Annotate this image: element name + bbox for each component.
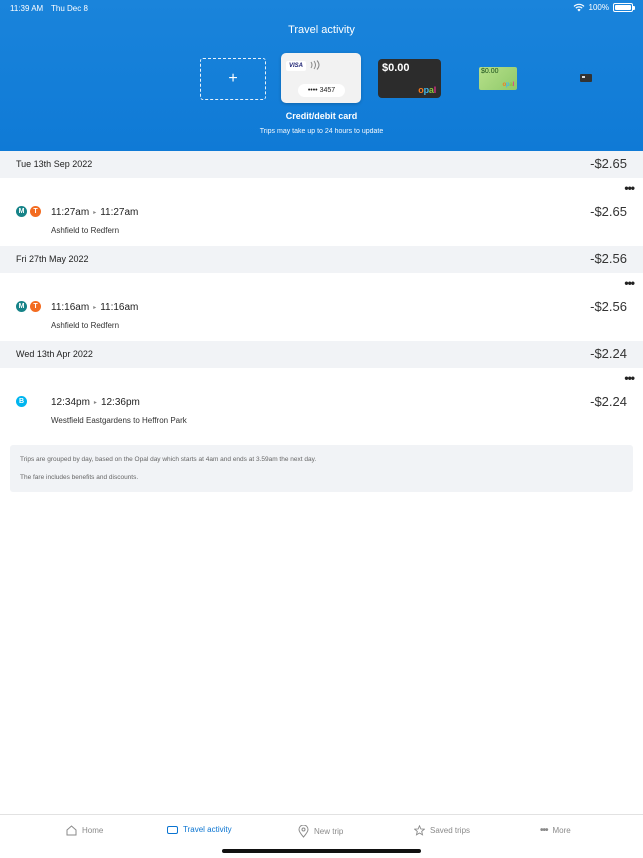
more-dots-icon: ••• bbox=[540, 825, 548, 836]
tab-label: Home bbox=[82, 826, 104, 835]
card-tile-small[interactable] bbox=[580, 74, 592, 82]
day-total: -$2.65 bbox=[590, 156, 627, 171]
credit-card-tile[interactable]: VISA •••• 3457 bbox=[281, 53, 361, 103]
trip-route: Westfield Eastgardens to Heffron Park bbox=[51, 416, 187, 425]
opal-card-black[interactable]: $0.00 opal bbox=[378, 59, 441, 98]
visa-logo: VISA bbox=[286, 61, 306, 71]
tab-label: Travel activity bbox=[183, 825, 232, 834]
opal-logo: opal bbox=[502, 82, 514, 88]
trip-route: Ashfield to Redfern bbox=[51, 321, 120, 330]
trip-cost: -$2.65 bbox=[590, 204, 627, 219]
trip-row[interactable]: ••• M T 11:27am ▸ 11:27am Ashfield to Redf… bbox=[0, 178, 643, 246]
trip-times: 12:34pm ▸ 12:36pm bbox=[51, 397, 140, 408]
day-date: Fri 27th May 2022 bbox=[16, 254, 89, 264]
status-right: 100% bbox=[573, 3, 635, 12]
tab-travel-activity[interactable]: Travel activity bbox=[167, 825, 232, 834]
update-note: Trips may take up to 24 hours to update bbox=[259, 128, 384, 135]
status-date: Thu Dec 8 bbox=[51, 4, 88, 13]
metro-icon: M bbox=[16, 301, 27, 312]
battery-icon bbox=[613, 3, 635, 12]
home-indicator bbox=[222, 849, 421, 853]
depart-time: 11:27am bbox=[51, 207, 90, 218]
opal-card-balance: $0.00 bbox=[481, 68, 499, 75]
transport-modes: M T bbox=[16, 301, 41, 312]
bus-icon: B bbox=[16, 396, 27, 407]
header-banner: 11:39 AM Thu Dec 8 100% Travel activity … bbox=[0, 0, 643, 151]
tab-more[interactable]: ••• More bbox=[540, 825, 571, 836]
tab-new-trip[interactable]: New trip bbox=[298, 825, 343, 838]
arrow-icon: ▸ bbox=[93, 210, 97, 216]
status-time: 11:39 AM bbox=[10, 4, 44, 13]
trip-cost: -$2.24 bbox=[590, 394, 627, 409]
tab-label: New trip bbox=[314, 827, 344, 836]
more-options-icon[interactable]: ••• bbox=[624, 182, 635, 194]
day-date: Wed 13th Apr 2022 bbox=[16, 349, 93, 359]
opal-logo: opal bbox=[418, 85, 436, 95]
wifi-icon bbox=[573, 3, 584, 12]
add-card-button[interactable]: + bbox=[200, 58, 266, 100]
info-text: The fare includes benefits and discounts… bbox=[20, 474, 139, 481]
tab-label: Saved trips bbox=[430, 826, 471, 835]
trip-times: 11:27am ▸ 11:27am bbox=[51, 207, 138, 218]
day-total: -$2.56 bbox=[590, 251, 627, 266]
arrive-time: 11:27am bbox=[100, 207, 139, 218]
tab-home[interactable]: Home bbox=[66, 825, 103, 836]
trip-row[interactable]: ••• M T 11:16am ▸ 11:16am Ashfield to Redf… bbox=[0, 273, 643, 341]
arrow-icon: ▸ bbox=[93, 400, 97, 406]
info-box: Trips are grouped by day, based on the O… bbox=[10, 445, 633, 492]
card-number: •••• 3457 bbox=[298, 84, 345, 97]
transport-modes: M T bbox=[16, 206, 41, 217]
day-header: Wed 13th Apr 2022 -$2.24 bbox=[0, 341, 643, 368]
depart-time: 12:34pm bbox=[51, 397, 90, 408]
depart-time: 11:16am bbox=[51, 302, 90, 313]
contactless-icon bbox=[309, 60, 321, 72]
transport-modes: B bbox=[16, 396, 27, 407]
arrow-icon: ▸ bbox=[93, 305, 97, 311]
day-total: -$2.24 bbox=[590, 346, 627, 361]
day-header: Tue 13th Sep 2022 -$2.65 bbox=[0, 151, 643, 178]
opal-card-balance: $0.00 bbox=[382, 62, 410, 74]
day-date: Tue 13th Sep 2022 bbox=[16, 159, 93, 169]
ticket-icon bbox=[167, 825, 178, 834]
selected-card-label: Credit/debit card bbox=[285, 111, 358, 121]
battery-percent: 100% bbox=[588, 3, 609, 12]
location-pin-icon bbox=[298, 825, 309, 838]
train-icon: T bbox=[30, 206, 41, 217]
star-icon bbox=[414, 825, 425, 836]
day-header: Fri 27th May 2022 -$2.56 bbox=[0, 246, 643, 273]
trip-route: Ashfield to Redfern bbox=[51, 226, 120, 235]
tab-label: More bbox=[552, 826, 571, 835]
more-options-icon[interactable]: ••• bbox=[624, 277, 635, 289]
home-icon bbox=[66, 825, 77, 836]
train-icon: T bbox=[30, 301, 41, 312]
trip-cost: -$2.56 bbox=[590, 299, 627, 314]
info-text: Trips are grouped by day, based on the O… bbox=[20, 456, 317, 463]
arrive-time: 11:16am bbox=[100, 302, 139, 313]
trip-times: 11:16am ▸ 11:16am bbox=[51, 302, 138, 313]
tab-saved-trips[interactable]: Saved trips bbox=[414, 825, 470, 836]
plus-icon: + bbox=[228, 70, 238, 87]
trip-row[interactable]: ••• B 12:34pm ▸ 12:36pm Westfield Eastgard… bbox=[0, 368, 643, 436]
more-options-icon[interactable]: ••• bbox=[624, 372, 635, 384]
arrive-time: 12:36pm bbox=[100, 397, 140, 408]
page-title: Travel activity bbox=[288, 24, 355, 36]
status-bar: 11:39 AM Thu Dec 8 100% bbox=[0, 0, 643, 16]
metro-icon: M bbox=[16, 206, 27, 217]
opal-card-green[interactable]: $0.00 opal bbox=[479, 67, 517, 90]
